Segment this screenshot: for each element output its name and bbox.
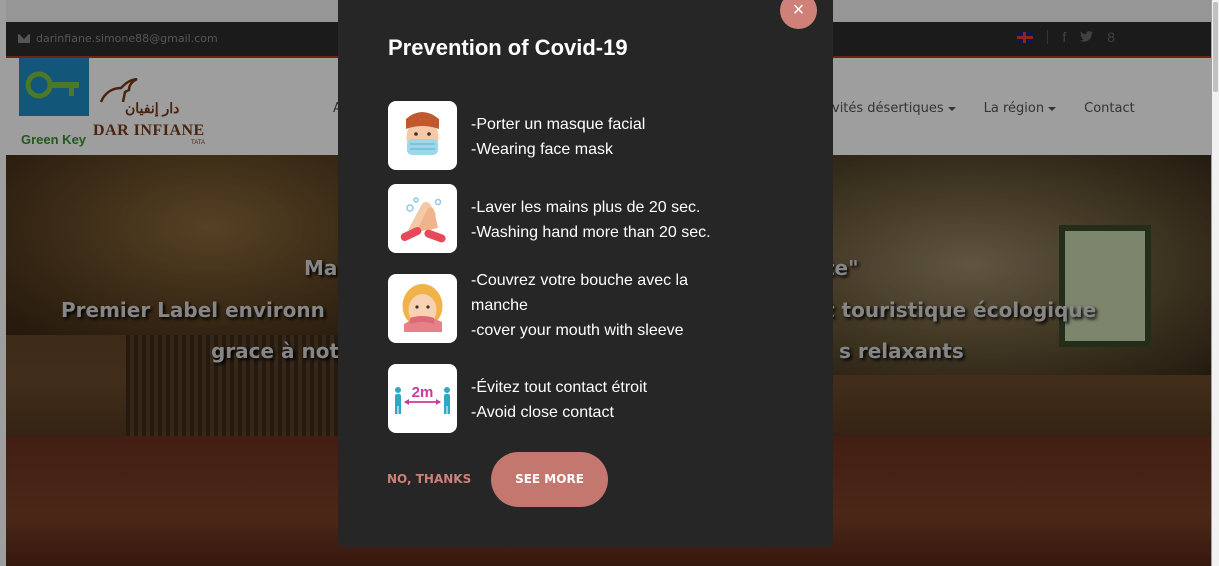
- prevention-text: -Évitez tout contact étroit -Avoid close…: [471, 375, 647, 425]
- scrollbar-thumb[interactable]: [1213, 2, 1218, 92]
- prevention-fr: -Porter un masque facial: [471, 116, 646, 133]
- modal-title: Prevention of Covid-19: [388, 35, 628, 60]
- prevention-text: -Porter un masque facial -Wearing face m…: [471, 112, 645, 162]
- prevention-text: -Couvrez votre bouche avec la manche -co…: [471, 268, 688, 343]
- face-mask-icon: [388, 101, 457, 170]
- prevention-en: -Wearing face mask: [471, 141, 613, 158]
- prevention-fr: -Laver les mains plus de 20 sec.: [471, 199, 701, 216]
- see-more-button[interactable]: SEE MORE: [491, 452, 608, 507]
- prevention-text: -Laver les mains plus de 20 sec. -Washin…: [471, 195, 711, 245]
- distance-icon: 2m: [388, 364, 457, 433]
- prevention-en: -Washing hand more than 20 sec.: [471, 224, 711, 241]
- prevention-fr: -Couvrez votre bouche avec la: [471, 272, 688, 289]
- prevention-en: -cover your mouth with sleeve: [471, 322, 684, 339]
- prevention-fr: -Évitez tout contact étroit: [471, 379, 648, 396]
- prevention-fr-cont: manche: [471, 297, 528, 314]
- hand-wash-icon: [388, 184, 457, 253]
- covid-prevention-modal: × Prevention of Covid-19 -Porter un masq…: [338, 0, 833, 547]
- cough-sleeve-icon: [388, 274, 457, 343]
- no-thanks-button[interactable]: NO, THANKS: [387, 472, 471, 486]
- close-button[interactable]: ×: [780, 0, 817, 29]
- prevention-en: -Avoid close contact: [471, 404, 614, 421]
- distance-badge: 2m: [412, 384, 434, 401]
